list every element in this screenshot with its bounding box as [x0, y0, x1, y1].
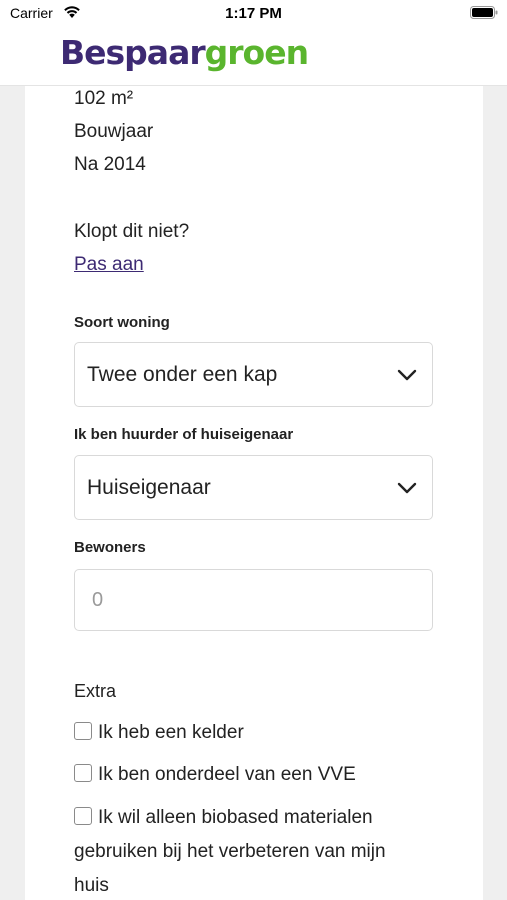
residents-input[interactable]	[74, 569, 433, 631]
status-bar: Carrier 1:17 PM	[0, 0, 507, 27]
checkbox-option-vve[interactable]: Ik ben onderdeel van een VVE	[74, 758, 414, 792]
checkbox-label: Ik heb een kelder	[98, 722, 244, 743]
checkbox[interactable]	[74, 722, 92, 740]
bespaargroen-logo[interactable]: Bespaargroen	[60, 33, 309, 72]
edit-link[interactable]: Pas aan	[74, 254, 144, 276]
house-type-select[interactable]: Twee onder een kap	[74, 342, 433, 407]
build-year-value: Na 2014	[74, 154, 146, 175]
extra-label: Extra	[74, 681, 117, 701]
checkbox-label: Ik ben onderdeel van een VVE	[98, 764, 356, 785]
checkbox-option-biobased[interactable]: Ik wil alleen biobased materialen gebrui…	[74, 801, 414, 900]
battery-icon	[470, 6, 498, 19]
checkbox-option-cellar[interactable]: Ik heb een kelder	[74, 716, 414, 750]
chevron-down-icon	[397, 369, 417, 381]
house-area: 102 m²	[74, 88, 134, 109]
ownership-value: Huiseigenaar	[87, 476, 211, 499]
residents-label: Bewoners	[74, 539, 146, 556]
form-card: 102 m² Bouwjaar Na 2014 Klopt dit niet? …	[25, 86, 483, 900]
house-type-value: Twee onder een kap	[87, 363, 278, 386]
house-type-label: Soort woning	[74, 314, 170, 331]
checkbox-label: Ik wil alleen biobased materialen gebrui…	[74, 807, 386, 896]
status-time: 1:17 PM	[225, 5, 282, 22]
ownership-label: Ik ben huurder of huiseigenaar	[74, 426, 294, 443]
checkbox[interactable]	[74, 764, 92, 782]
chevron-down-icon	[397, 482, 417, 494]
checkbox[interactable]	[74, 807, 92, 825]
correction-question: Klopt dit niet?	[74, 221, 190, 242]
ownership-select[interactable]: Huiseigenaar	[74, 455, 433, 520]
app-header: Bespaargroen	[0, 27, 507, 86]
build-year-label: Bouwjaar	[74, 121, 154, 142]
